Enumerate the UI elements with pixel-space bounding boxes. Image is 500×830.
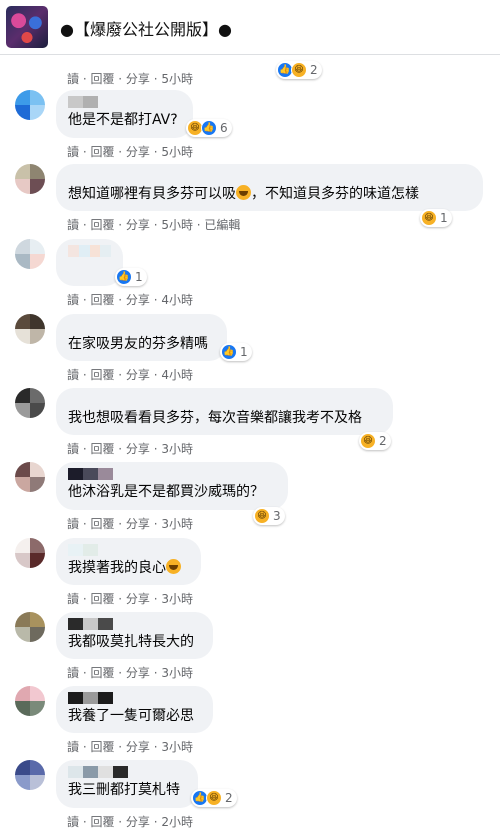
- comment-bubble: 他沐浴乳是不是都買沙威瑪的？: [56, 462, 288, 510]
- reaction-count: 1: [240, 345, 248, 359]
- comment-actions[interactable]: 讀 · 回覆 · 分享 · 3小時: [67, 590, 193, 607]
- commenter-name-blurred[interactable]: [68, 96, 181, 108]
- group-title[interactable]: ●【爆廢公社公開版】●: [60, 16, 232, 40]
- comment-actions[interactable]: 讀 · 回覆 · 分享 · 5小時 · 已編輯: [67, 216, 240, 233]
- comment-text: 他是不是都打AV?: [68, 112, 178, 128]
- comment-text: 我也想吸看看貝多芬，每次音樂都讓我考不及格: [68, 410, 362, 426]
- comment-bubble: 想知道哪裡有貝多芬可以吸 ，不知道貝多芬的味道怎樣: [56, 164, 483, 211]
- avatar[interactable]: [15, 462, 45, 492]
- reaction-count: 2: [379, 434, 387, 448]
- comment-bubble: 我摸著我的良心: [56, 538, 201, 585]
- reaction-count: 2: [310, 63, 318, 77]
- comment-bubble: 我養了一隻可爾必思: [56, 686, 213, 733]
- comment-text: 在家吸男友的芬多精嗎: [68, 336, 208, 352]
- reaction-count: 3: [273, 509, 281, 523]
- comment-actions[interactable]: 讀 · 回覆 · 分享 · 3小時: [67, 440, 193, 457]
- comment-bubble: [56, 239, 123, 286]
- commenter-name-blurred[interactable]: [68, 692, 201, 704]
- group-avatar[interactable]: [6, 6, 48, 48]
- haha-icon: 😆: [206, 790, 222, 806]
- commenter-name-blurred[interactable]: [68, 170, 471, 182]
- comment-actions[interactable]: 讀 · 回覆 · 分享 · 3小時: [67, 515, 193, 532]
- comment-actions[interactable]: 讀 · 回覆 · 分享 · 5小時: [67, 70, 193, 87]
- avatar[interactable]: [15, 90, 45, 120]
- commenter-name-blurred[interactable]: [68, 468, 276, 480]
- avatar[interactable]: [15, 686, 45, 716]
- reaction-count: 6: [220, 121, 228, 135]
- like-icon: 👍: [116, 269, 132, 285]
- reaction-summary[interactable]: 👍 😆 2: [191, 789, 237, 807]
- reaction-summary[interactable]: 👍 1: [220, 343, 252, 361]
- comment-text: 我養了一隻可爾必思: [68, 708, 194, 724]
- avatar[interactable]: [15, 164, 45, 194]
- like-icon: 👍: [221, 344, 237, 360]
- comment-actions[interactable]: 讀 · 回覆 · 分享 · 4小時: [67, 366, 193, 383]
- comment-text: 他沐浴乳是不是都買沙威瑪的？: [68, 484, 264, 500]
- avatar[interactable]: [15, 538, 45, 568]
- group-header: ●【爆廢公社公開版】●: [0, 0, 500, 55]
- comment-bubble: 我也想吸看看貝多芬，每次音樂都讓我考不及格: [56, 388, 393, 435]
- commenter-name-blurred[interactable]: [68, 320, 215, 332]
- reaction-summary[interactable]: 😆 2: [359, 432, 391, 450]
- reaction-count: 1: [135, 270, 143, 284]
- avatar[interactable]: [15, 314, 45, 344]
- reaction-summary[interactable]: 😆 3: [253, 507, 285, 525]
- comment-text: 我三刪都打莫札特: [68, 782, 180, 798]
- comment-text: 想知道哪裡有貝多芬可以吸 ，不知道貝多芬的味道怎樣: [68, 185, 419, 202]
- comment-actions[interactable]: 讀 · 回覆 · 分享 · 4小時: [67, 291, 193, 308]
- avatar[interactable]: [15, 239, 45, 269]
- commenter-name-blurred[interactable]: [68, 394, 381, 406]
- avatar[interactable]: [15, 612, 45, 642]
- comment-actions[interactable]: 讀 · 回覆 · 分享 · 2小時: [67, 813, 193, 830]
- commenter-name-blurred[interactable]: [68, 544, 189, 556]
- comment-actions[interactable]: 讀 · 回覆 · 分享 · 3小時: [67, 738, 193, 755]
- commenter-name-blurred[interactable]: [68, 766, 186, 778]
- haha-icon: 😆: [421, 210, 437, 226]
- laughing-emoji-icon: [236, 185, 251, 200]
- haha-icon: 😆: [291, 62, 307, 78]
- reaction-summary[interactable]: 😆 1: [420, 209, 452, 227]
- comment-bubble: 我都吸莫扎特長大的: [56, 612, 213, 659]
- laughing-emoji-icon: [166, 559, 181, 574]
- comment-bubble: 在家吸男友的芬多精嗎: [56, 314, 227, 361]
- reaction-count: 1: [440, 211, 448, 225]
- haha-icon: 😆: [254, 508, 270, 524]
- reaction-count: 2: [225, 791, 233, 805]
- comment-actions[interactable]: 讀 · 回覆 · 分享 · 3小時: [67, 664, 193, 681]
- comment-bubble: 他是不是都打AV?: [56, 90, 193, 138]
- haha-icon: 😆: [360, 433, 376, 449]
- commenter-name-blurred[interactable]: [68, 618, 201, 630]
- like-icon: 👍: [201, 120, 217, 136]
- comment-bubble: 我三刪都打莫札特: [56, 760, 198, 808]
- avatar[interactable]: [15, 760, 45, 790]
- reaction-summary[interactable]: 👍 1: [115, 268, 147, 286]
- reaction-summary[interactable]: 😆 👍 6: [186, 119, 232, 137]
- comment-actions[interactable]: 讀 · 回覆 · 分享 · 5小時: [67, 143, 193, 160]
- reaction-summary[interactable]: 👍 😆 2: [276, 61, 322, 79]
- comment-text: 我都吸莫扎特長大的: [68, 634, 194, 650]
- avatar[interactable]: [15, 388, 45, 418]
- commenter-name-blurred[interactable]: [68, 245, 111, 257]
- comment-text: 我摸著我的良心: [68, 559, 189, 578]
